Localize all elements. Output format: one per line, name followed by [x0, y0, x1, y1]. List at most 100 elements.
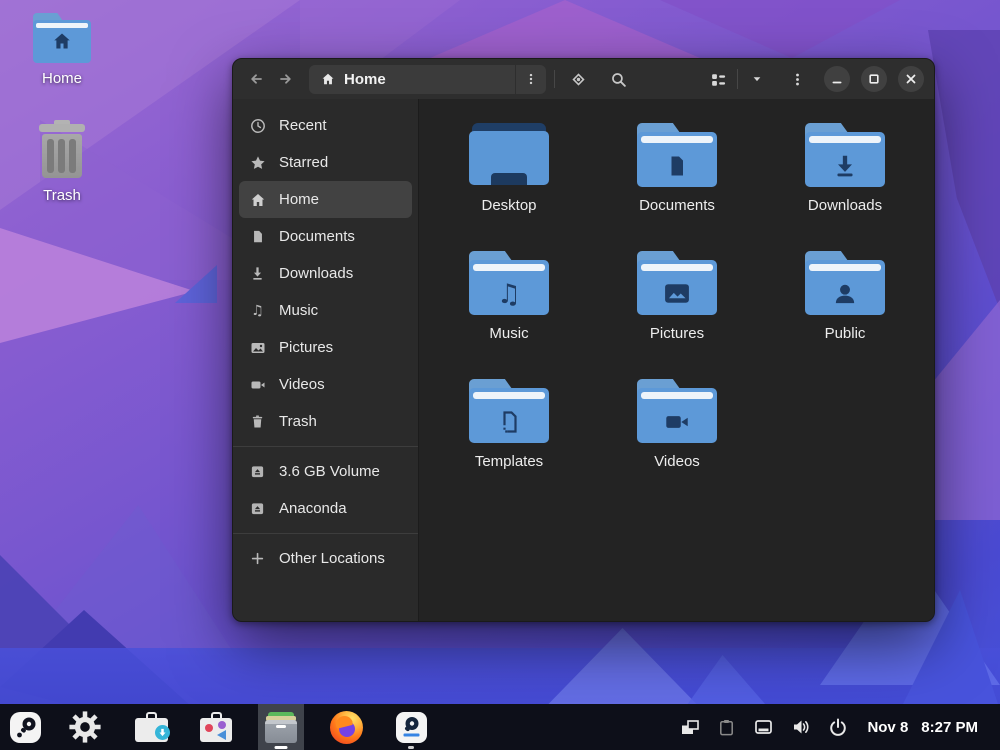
- sidebar-item-label: Trash: [279, 413, 317, 430]
- sidebar-item-anaconda[interactable]: Anaconda: [239, 490, 412, 527]
- sidebar-item-label: 3.6 GB Volume: [279, 463, 380, 480]
- file-item-videos[interactable]: Videos: [593, 379, 761, 507]
- sidebar-item-downloads[interactable]: Downloads: [239, 255, 412, 292]
- firefox-app-icon: [330, 711, 363, 744]
- search-icon: [610, 71, 627, 88]
- sidebar-item-documents[interactable]: Documents: [239, 218, 412, 255]
- workspaces-icon[interactable]: [679, 717, 700, 738]
- taskbar-app-software-updates[interactable]: [128, 704, 174, 750]
- search-tool-app-icon: [10, 712, 41, 743]
- close-icon: [905, 73, 917, 85]
- sidebar-item-label: Other Locations: [279, 550, 385, 567]
- power-icon[interactable]: [828, 717, 848, 737]
- sidebar-item-starred[interactable]: Starred: [239, 144, 412, 181]
- home-glyph-icon: [51, 31, 73, 51]
- file-item-downloads[interactable]: Downloads: [761, 123, 929, 251]
- display-icon[interactable]: [753, 717, 774, 737]
- system-tray: [679, 704, 848, 750]
- person-emblem-icon: [831, 280, 859, 308]
- taskbar-app-search-tool[interactable]: [2, 704, 48, 750]
- maximize-icon: [868, 73, 880, 85]
- taskbar-app-settings[interactable]: [62, 704, 108, 750]
- kebab-menu-icon: [790, 72, 805, 87]
- music-note-icon: ♫: [249, 304, 266, 318]
- sidebar-item-pictures[interactable]: Pictures: [239, 329, 412, 366]
- minimize-button[interactable]: [824, 66, 850, 92]
- sidebar-item-other-locations[interactable]: Other Locations: [239, 540, 412, 577]
- sidebar-item-label: Music: [279, 302, 318, 319]
- file-item-pictures[interactable]: Pictures: [593, 251, 761, 379]
- enter-location-button[interactable]: [563, 64, 593, 94]
- sidebar-item-recent[interactable]: Recent: [239, 107, 412, 144]
- taskbar: Nov 8 8:27 PM: [0, 704, 1000, 750]
- sidebar-item-label: Videos: [279, 376, 325, 393]
- file-item-templates[interactable]: Templates: [425, 379, 593, 507]
- taskbar-app-software-store[interactable]: [193, 704, 239, 750]
- file-item-label: Videos: [593, 453, 761, 470]
- sidebar-item-label: Anaconda: [279, 500, 347, 517]
- close-button[interactable]: [898, 66, 924, 92]
- titlebar[interactable]: Home: [233, 59, 934, 99]
- location-diamond-icon: [570, 71, 587, 88]
- desktop-icon-home[interactable]: Home: [19, 13, 105, 87]
- sidebar-item-videos[interactable]: Videos: [239, 366, 412, 403]
- file-item-label: Desktop: [425, 197, 593, 214]
- path-bar[interactable]: Home: [309, 65, 546, 94]
- clock[interactable]: Nov 8 8:27 PM: [867, 704, 978, 750]
- trash-can-icon: [34, 120, 90, 180]
- file-item-documents[interactable]: Documents: [593, 123, 761, 251]
- home-icon: [321, 72, 335, 86]
- sidebar-separator: [233, 533, 418, 534]
- clipboard-icon[interactable]: [717, 717, 736, 737]
- folder-templates-icon: [469, 379, 549, 445]
- path-label: Home: [344, 71, 386, 88]
- maximize-button[interactable]: [861, 66, 887, 92]
- view-options-button[interactable]: [742, 64, 772, 94]
- sidebar-item-volume[interactable]: 3.6 GB Volume: [239, 453, 412, 490]
- file-item-desktop[interactable]: Desktop: [425, 123, 593, 251]
- wallpaper-triangle: [660, 0, 900, 58]
- sidebar-separator: [233, 446, 418, 447]
- taskbar-app-files[interactable]: [258, 704, 304, 750]
- file-item-label: Pictures: [593, 325, 761, 342]
- view-toggle[interactable]: [703, 64, 772, 94]
- running-indicator: [275, 746, 288, 749]
- document-emblem-icon: [664, 151, 690, 181]
- file-grid: Desktop Documents Downloads: [420, 99, 934, 507]
- list-view-button[interactable]: [703, 64, 733, 94]
- forward-button[interactable]: [271, 64, 301, 94]
- back-button[interactable]: [241, 64, 271, 94]
- sidebar-item-label: Starred: [279, 154, 328, 171]
- caret-down-icon: [750, 72, 764, 86]
- file-view[interactable]: Desktop Documents Downloads: [420, 99, 934, 621]
- sidebar-item-home[interactable]: Home: [239, 181, 412, 218]
- image-icon: [249, 340, 266, 356]
- folder-public-icon: [805, 251, 885, 317]
- sidebar-item-trash[interactable]: Trash: [239, 403, 412, 440]
- file-item-public[interactable]: Public: [761, 251, 929, 379]
- desktop-icon-label: Trash: [19, 187, 105, 204]
- window-menu-button[interactable]: [782, 64, 812, 94]
- volume-icon[interactable]: [791, 717, 811, 737]
- sidebar-item-label: Pictures: [279, 339, 333, 356]
- home-folder-icon: [33, 13, 91, 63]
- taskbar-app-installer[interactable]: [388, 704, 434, 750]
- download-icon: [249, 266, 266, 281]
- clock-time: 8:27 PM: [921, 719, 978, 736]
- file-item-label: Music: [425, 325, 593, 342]
- path-menu-button[interactable]: [516, 65, 546, 94]
- desktop-icon-trash[interactable]: Trash: [19, 120, 105, 204]
- files-window: Home: [232, 58, 935, 622]
- taskbar-app-firefox[interactable]: [323, 704, 369, 750]
- wallpaper-triangle: [430, 0, 700, 58]
- sidebar-item-music[interactable]: ♫ Music: [239, 292, 412, 329]
- file-item-label: Templates: [425, 453, 593, 470]
- file-item-label: Documents: [593, 197, 761, 214]
- search-button[interactable]: [603, 64, 633, 94]
- file-item-music[interactable]: ♫ Music: [425, 251, 593, 379]
- folder-downloads-icon: [805, 123, 885, 189]
- clock-date: Nov 8: [867, 719, 908, 736]
- forward-arrow-icon: [278, 71, 294, 87]
- download-emblem-icon: [831, 151, 859, 181]
- minimize-icon: [831, 73, 843, 85]
